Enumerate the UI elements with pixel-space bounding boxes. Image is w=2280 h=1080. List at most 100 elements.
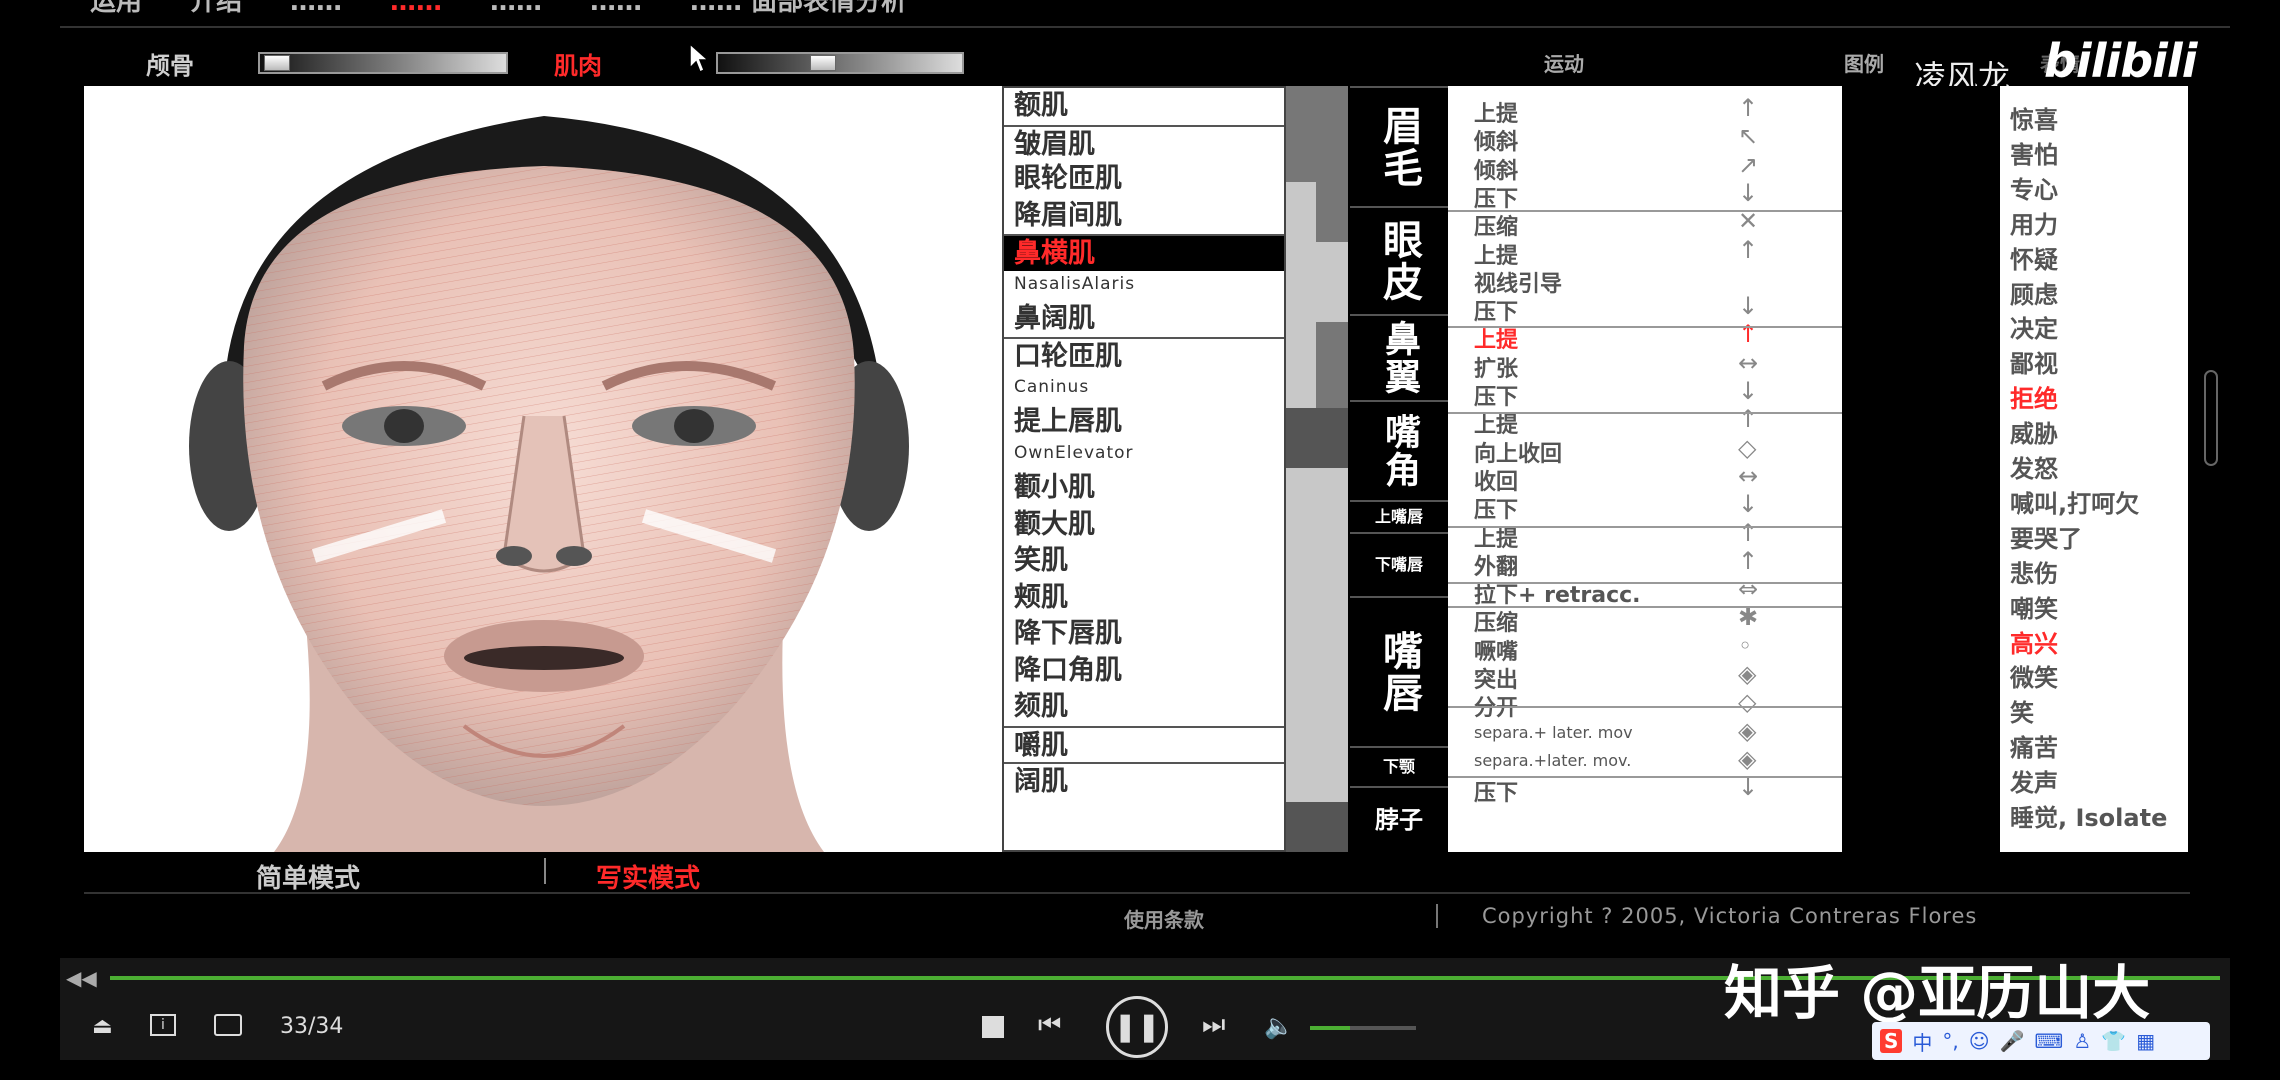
muscle-item[interactable]: 嚼肌 bbox=[1004, 725, 1284, 763]
info-icon[interactable]: ⅰ bbox=[150, 1014, 176, 1036]
muscle-item[interactable]: 额肌 bbox=[1004, 88, 1284, 125]
expression-item[interactable]: 拒绝 bbox=[2010, 379, 2058, 414]
simple-mode-button[interactable]: 简单模式 bbox=[256, 858, 360, 895]
motion-item[interactable]: 压下 bbox=[1474, 492, 1518, 524]
muscle-item[interactable]: 鼻阔肌 bbox=[1004, 301, 1284, 338]
terms-link[interactable]: 使用条款 bbox=[1124, 904, 1204, 933]
previous-icon[interactable]: ⏮ bbox=[1038, 1010, 1061, 1041]
motion-item[interactable]: 视线引导 bbox=[1474, 266, 1562, 298]
muscle-item[interactable]: 提上唇肌 bbox=[1004, 404, 1284, 441]
next-icon[interactable]: ⏭ bbox=[1202, 1010, 1225, 1041]
motion-direction-icon: ◦ bbox=[1738, 631, 1753, 660]
muscle-item[interactable]: 阔肌 bbox=[1004, 762, 1284, 799]
feature-group-label[interactable]: 眉毛 bbox=[1350, 86, 1448, 206]
feature-group-label[interactable]: 鼻翼 bbox=[1350, 314, 1448, 400]
volume-slider[interactable] bbox=[1310, 1026, 1416, 1030]
muscle-item[interactable]: 眼轮匝肌 bbox=[1004, 161, 1284, 198]
feature-group-label[interactable]: 上嘴唇 bbox=[1350, 500, 1448, 532]
expression-item[interactable]: 要哭了 bbox=[2010, 519, 2082, 554]
feature-group-label[interactable]: 嘴唇 bbox=[1350, 596, 1448, 746]
slider-thumb[interactable] bbox=[810, 55, 836, 71]
expression-item[interactable]: 高兴 bbox=[2010, 624, 2058, 659]
expression-item[interactable]: 喊叫,打呵欠 bbox=[2010, 484, 2139, 519]
feature-group-label[interactable]: 嘴角 bbox=[1350, 400, 1448, 500]
muscle-item[interactable]: 笑肌 bbox=[1004, 543, 1284, 580]
top-menu-item[interactable]: …… bbox=[590, 0, 642, 16]
volume-icon[interactable]: 🔈 bbox=[1264, 1012, 1294, 1040]
muscle-item[interactable]: 口轮匝肌 bbox=[1004, 337, 1284, 374]
expression-item[interactable]: 怀疑 bbox=[2010, 240, 2058, 275]
expression-item[interactable]: 悲伤 bbox=[2010, 554, 2058, 589]
motion-item[interactable]: 上提 bbox=[1474, 96, 1518, 128]
expression-item[interactable]: 睡觉, Isolate bbox=[2010, 798, 2167, 833]
feature-group-label[interactable]: 下颚 bbox=[1350, 746, 1448, 786]
feature-group-label[interactable]: 眼皮 bbox=[1350, 206, 1448, 314]
screen-icon[interactable] bbox=[214, 1014, 242, 1036]
motion-item[interactable]: 压下 bbox=[1474, 775, 1518, 807]
top-menu-item[interactable]: …… bbox=[390, 0, 442, 16]
expression-item[interactable]: 决定 bbox=[2010, 309, 2058, 344]
muscle-item[interactable]: 颧小肌 bbox=[1004, 470, 1284, 507]
top-menu-item[interactable]: 介绍 bbox=[190, 0, 242, 16]
muscle-item[interactable]: NasalisAlaris bbox=[1004, 271, 1284, 301]
feature-group-label[interactable]: 脖子 bbox=[1350, 786, 1448, 852]
expression-item[interactable]: 顾虑 bbox=[2010, 275, 2058, 310]
muscle-item[interactable]: 降下唇肌 bbox=[1004, 616, 1284, 653]
expression-item[interactable]: 痛苦 bbox=[2010, 728, 2058, 763]
scrollbar[interactable] bbox=[2204, 370, 2218, 466]
expression-item[interactable]: 笑 bbox=[2010, 693, 2034, 728]
top-menu-item[interactable]: …… 面部表情分析 bbox=[690, 0, 907, 16]
muscle-item[interactable]: 鼻横肌 bbox=[1004, 234, 1284, 271]
motion-item[interactable]: 压下 bbox=[1474, 181, 1518, 213]
muscle-item[interactable]: 颏肌 bbox=[1004, 689, 1284, 726]
top-menu-item[interactable]: …… bbox=[490, 0, 542, 16]
expression-item[interactable]: 威胁 bbox=[2010, 414, 2058, 449]
muscle-item[interactable]: 颧大肌 bbox=[1004, 507, 1284, 544]
motion-item[interactable]: 压缩 bbox=[1474, 209, 1518, 241]
muscle-item[interactable]: 皱眉肌 bbox=[1004, 124, 1284, 162]
expression-item[interactable]: 害怕 bbox=[2010, 135, 2058, 170]
motion-item[interactable]: 压缩 bbox=[1474, 605, 1518, 637]
expression-item[interactable]: 微笑 bbox=[2010, 658, 2058, 693]
motion-item[interactable]: 压下 bbox=[1474, 379, 1518, 411]
top-menu-item[interactable]: …… bbox=[290, 0, 342, 16]
expression-item[interactable]: 发怒 bbox=[2010, 449, 2058, 484]
expression-item[interactable]: 嘲笑 bbox=[2010, 589, 2058, 624]
motion-item[interactable]: 扩张 bbox=[1474, 351, 1518, 383]
motion-item[interactable]: 噘嘴 bbox=[1474, 634, 1518, 666]
motion-item[interactable]: separa.+ later. mov bbox=[1474, 723, 1633, 742]
pause-icon[interactable]: ❚❚ bbox=[1106, 996, 1168, 1058]
motion-item[interactable]: 向上收回 bbox=[1474, 436, 1562, 468]
top-menu-item[interactable]: 运用 bbox=[90, 0, 142, 16]
motion-item[interactable]: 倾斜 bbox=[1474, 153, 1518, 185]
bone-opacity-slider[interactable] bbox=[258, 52, 508, 74]
muscle-label[interactable]: 肌肉 bbox=[554, 46, 602, 81]
muscle-opacity-slider[interactable] bbox=[716, 52, 964, 74]
face-muscle-illustration[interactable] bbox=[84, 86, 1002, 852]
motion-item[interactable]: 突出 bbox=[1474, 662, 1518, 694]
motion-item[interactable]: 外翻 bbox=[1474, 549, 1518, 581]
ime-toolbar[interactable]: S 中 °, ☺ 🎤 ⌨ ♙ 👕 ▦ bbox=[1872, 1022, 2210, 1060]
expression-item[interactable]: 用力 bbox=[2010, 205, 2058, 240]
feature-group-label[interactable]: 下嘴唇 bbox=[1350, 532, 1448, 596]
realistic-mode-button[interactable]: 写实模式 bbox=[596, 858, 700, 895]
muscle-item[interactable]: OwnElevator bbox=[1004, 440, 1284, 470]
muscle-item[interactable]: 降口角肌 bbox=[1004, 653, 1284, 690]
motion-item[interactable]: 压下 bbox=[1474, 294, 1518, 326]
muscle-item[interactable]: 颊肌 bbox=[1004, 580, 1284, 617]
stop-icon[interactable] bbox=[982, 1016, 1004, 1038]
motion-item[interactable]: 倾斜 bbox=[1474, 124, 1518, 156]
bone-label[interactable]: 颅骨 bbox=[146, 46, 194, 81]
muscle-item[interactable]: 降眉间肌 bbox=[1004, 198, 1284, 235]
motion-item[interactable]: separa.+later. mov. bbox=[1474, 751, 1631, 770]
motion-item[interactable]: 收回 bbox=[1474, 464, 1518, 496]
expression-item[interactable]: 鄙视 bbox=[2010, 344, 2058, 379]
eject-icon[interactable]: ⏏ bbox=[92, 1014, 113, 1039]
motion-item[interactable]: 上提 bbox=[1474, 238, 1518, 270]
expression-item[interactable]: 专心 bbox=[2010, 170, 2058, 205]
slider-thumb[interactable] bbox=[264, 55, 290, 71]
muscle-item[interactable]: Caninus bbox=[1004, 374, 1284, 404]
expression-item[interactable]: 发声 bbox=[2010, 763, 2058, 798]
expression-item[interactable]: 惊喜 bbox=[2010, 100, 2058, 135]
rewind-icon[interactable]: ◀◀ bbox=[66, 966, 97, 990]
